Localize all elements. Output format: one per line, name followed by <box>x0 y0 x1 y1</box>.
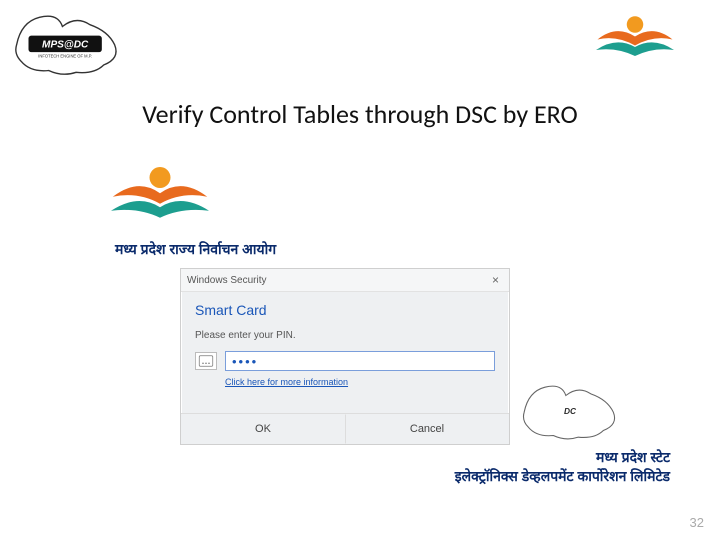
pin-row: •••• <box>195 351 495 371</box>
slide-number: 32 <box>690 515 704 530</box>
dialog-body: Smart Card Please enter your PIN. •••• C… <box>181 292 509 401</box>
page-title: Verify Control Tables through DSC by ERO <box>0 98 720 130</box>
sec-hindi-label: मध्य प्रदेश राज्य निर्वाचन आयोग <box>115 240 720 259</box>
windows-security-dialog: Windows Security × Smart Card Please ent… <box>180 268 510 445</box>
mpsedc-hindi-block: मध्य प्रदेश स्टेट इलेक्ट्रॉनिक्स डेव्हलप… <box>340 448 670 486</box>
close-icon[interactable]: × <box>488 273 503 287</box>
dialog-titlebar: Windows Security × <box>181 269 509 292</box>
mpsedc-logo-icon: MPS@DC INFOTECH ENGINE OF M.P. <box>12 8 122 78</box>
pin-input[interactable]: •••• <box>225 351 495 371</box>
mpsedc-hindi-line2: इलेक्ट्रॉनिक्स डेव्हलपमेंट कार्पोरेशन लि… <box>340 467 670 486</box>
more-info-link[interactable]: Click here for more information <box>225 377 495 387</box>
mpsedc-logo-right-icon: DC <box>520 378 620 443</box>
sec-branding-block: मध्य प्रदेश राज्य निर्वाचन आयोग <box>95 160 720 259</box>
cancel-button[interactable]: Cancel <box>345 414 509 444</box>
mpsedc-hindi-line1: मध्य प्रदेश स्टेट <box>340 448 670 467</box>
svg-text:DC: DC <box>564 406 577 416</box>
dialog-heading: Smart Card <box>195 302 495 318</box>
dialog-prompt: Please enter your PIN. <box>195 330 495 341</box>
sec-logo-mid-icon <box>95 160 225 230</box>
dialog-button-row: OK Cancel <box>181 413 509 444</box>
dialog-titlebar-text: Windows Security <box>187 275 266 286</box>
svg-text:MPS@DC: MPS@DC <box>42 40 89 51</box>
svg-text:INFOTECH ENGINE OF M.P.: INFOTECH ENGINE OF M.P. <box>38 54 92 59</box>
smartcard-icon <box>195 352 217 370</box>
header: MPS@DC INFOTECH ENGINE OF M.P. <box>0 0 720 78</box>
sec-logo-icon <box>580 8 690 68</box>
ok-button[interactable]: OK <box>181 414 345 444</box>
